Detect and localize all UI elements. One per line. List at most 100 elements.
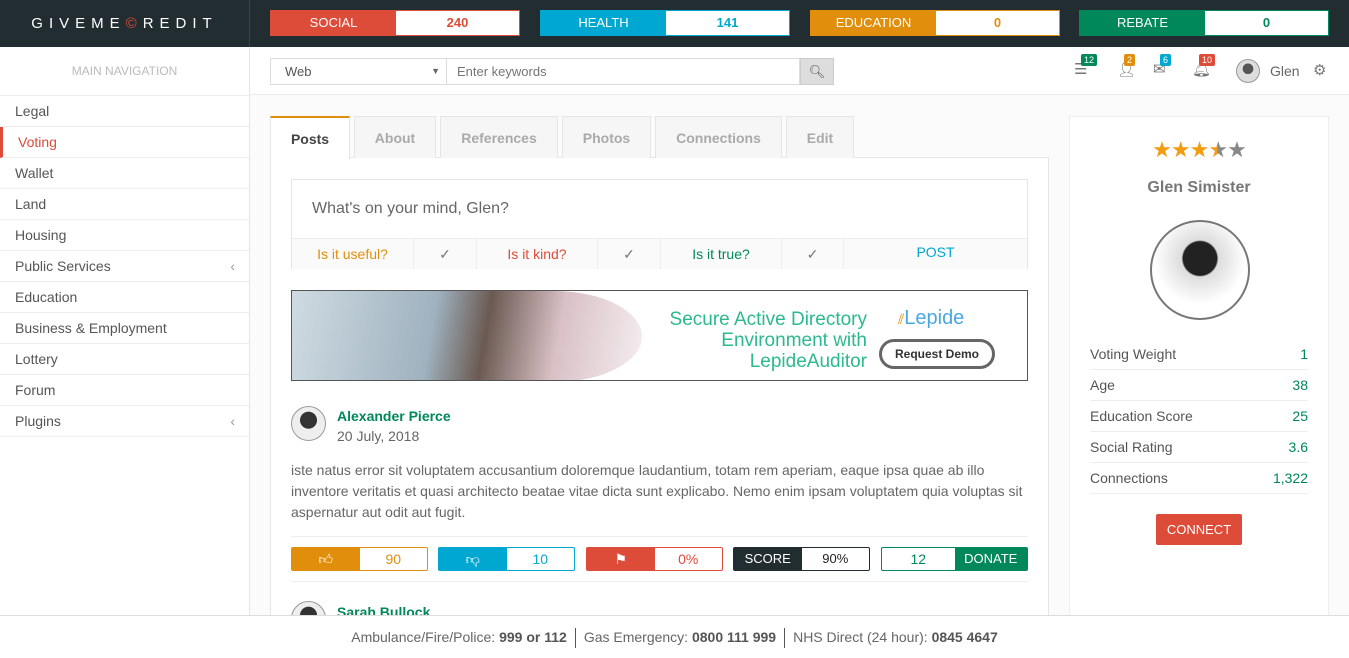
request-demo-button[interactable]: Request Demo <box>879 339 995 369</box>
post-author[interactable]: Alexander Pierce <box>337 408 451 424</box>
sidebar-item-education[interactable]: Education <box>0 282 249 313</box>
footer-number[interactable]: 999 or 112 <box>499 629 567 645</box>
true-check-icon[interactable]: ✓ <box>782 239 844 269</box>
sidebar-item-forum[interactable]: Forum <box>0 375 249 406</box>
profile-stat-row: Voting Weight 1 <box>1090 339 1308 370</box>
sidebar-item-label: Public Services <box>15 258 111 274</box>
footer-number[interactable]: 0845 4647 <box>932 629 998 645</box>
badge: 10 <box>1199 54 1216 66</box>
stat-social[interactable]: SOCIAL 240 <box>270 10 520 36</box>
search-button[interactable]: 🔍︎ <box>800 58 834 85</box>
sidebar-item-housing[interactable]: Housing <box>0 220 249 251</box>
thumbs-up-icon: 👍︎ <box>292 548 360 570</box>
sidebar-item-land[interactable]: Land <box>0 189 249 220</box>
kind-check-icon[interactable]: ✓ <box>598 239 661 269</box>
flag-percent: 0% <box>678 551 699 567</box>
search-input[interactable] <box>447 58 800 85</box>
profile-stat-row: Social Rating 3.6 <box>1090 432 1308 463</box>
stat-rebate[interactable]: REBATE 0 <box>1079 10 1329 36</box>
stat-label: Connections <box>1090 470 1168 486</box>
stat-value: 0 <box>936 11 1059 35</box>
sidebar-header: MAIN NAVIGATION <box>0 47 249 96</box>
stat-value: 25 <box>1292 408 1308 424</box>
stat-label: HEALTH <box>541 11 666 35</box>
sidebar-item-label: Land <box>15 196 47 212</box>
gears-icon[interactable]: ⚙ <box>1313 61 1326 79</box>
post-button[interactable]: POST <box>844 239 1027 269</box>
tab-connections[interactable]: Connections <box>655 116 782 158</box>
kind-check-label: Is it kind? <box>477 239 598 269</box>
connect-button[interactable]: CONNECT <box>1156 514 1242 545</box>
stat-label: SOCIAL <box>271 11 396 35</box>
composer-input[interactable]: What's on your mind, Glen? <box>312 200 509 218</box>
ad-line: LepideAuditor <box>749 351 867 372</box>
sidebar-item-wallet[interactable]: Wallet <box>0 158 249 189</box>
stat-label: Voting Weight <box>1090 346 1177 362</box>
logo-text: REDIT <box>142 15 218 32</box>
logo[interactable]: GIVEME©REDIT <box>0 0 250 47</box>
profile-avatar <box>1150 220 1250 320</box>
sidebar-item-plugins[interactable]: Plugins ‹ <box>0 406 249 437</box>
star-icon: ★ <box>1170 137 1191 162</box>
ad-logo: ⫽Lepide <box>898 307 965 329</box>
useful-check-label: Is it useful? <box>292 239 414 269</box>
logo-mark: © <box>125 15 143 32</box>
author-avatar[interactable] <box>291 406 326 441</box>
ad-image <box>292 291 642 380</box>
stat-label: Age <box>1090 377 1115 393</box>
true-check-label: Is it true? <box>661 239 782 269</box>
logo-text: GIVEME <box>31 15 126 32</box>
chevron-left-icon: ‹ <box>230 413 235 429</box>
flag-button[interactable]: ⚑ 0% <box>586 547 723 571</box>
footer-number[interactable]: 0800 111 999 <box>692 629 776 645</box>
ad-banner[interactable]: Secure Active Directory Environment with L… <box>291 290 1028 381</box>
dislike-button[interactable]: 👎︎ 10 <box>438 547 575 571</box>
rating-stars: ★★★★★ <box>1070 137 1328 163</box>
profile-card: ★★★★★ Glen Simister Voting Weight 1 Age 38 E… <box>1069 116 1329 616</box>
stat-value: 1 <box>1300 346 1308 362</box>
like-button[interactable]: 👍︎ 90 <box>291 547 428 571</box>
sidebar-item-label: Housing <box>15 227 67 243</box>
user-avatar[interactable] <box>1236 59 1260 83</box>
stat-label: Education Score <box>1090 408 1193 424</box>
sidebar-item-label: Lottery <box>15 351 58 367</box>
requests-button[interactable]: 👤︎ 2 <box>1117 54 1136 78</box>
donate-button[interactable]: 12 DONATE <box>881 547 1028 571</box>
sidebar-item-public-services[interactable]: Public Services ‹ <box>0 251 249 282</box>
sidebar-item-label: Plugins <box>15 413 61 429</box>
ad-headline: Secure Active Directory Environment with L… <box>632 309 867 372</box>
sidebar-item-label: Legal <box>15 103 50 119</box>
chevron-left-icon: ‹ <box>230 258 235 274</box>
tab-edit[interactable]: Edit <box>786 116 854 158</box>
stat-education[interactable]: EDUCATION 0 <box>810 10 1060 36</box>
sidebar-item-business-employment[interactable]: Business & Employment <box>0 313 249 344</box>
tab-about[interactable]: About <box>354 116 436 158</box>
notifications-button[interactable]: 🔔︎ 10 <box>1192 54 1216 78</box>
star-icon: ★ <box>1208 137 1228 162</box>
divider <box>291 581 1028 582</box>
post-text: iste natus error sit voluptatem accusant… <box>291 462 1023 520</box>
useful-check-icon[interactable]: ✓ <box>414 239 477 269</box>
stat-health[interactable]: HEALTH 141 <box>540 10 790 36</box>
badge: 2 <box>1124 54 1136 66</box>
sidebar-item-label: Wallet <box>15 165 54 181</box>
sidebar-item-voting[interactable]: Voting <box>0 127 249 158</box>
sidebar-item-legal[interactable]: Legal <box>0 96 249 127</box>
score-value: 90% <box>822 551 849 566</box>
tab-photos[interactable]: Photos <box>562 116 651 158</box>
user-name[interactable]: Glen <box>1270 63 1300 79</box>
tab-references[interactable]: References <box>440 116 558 158</box>
thumbs-down-icon: 👎︎ <box>439 548 507 570</box>
messages-button[interactable]: ✉ 6 <box>1153 54 1172 78</box>
ad-brand: Lepide <box>904 307 965 329</box>
stat-value: 240 <box>396 11 519 35</box>
stat-value: 1,322 <box>1272 470 1308 486</box>
star-icon: ★ <box>1152 137 1172 162</box>
sidebar-item-lottery[interactable]: Lottery <box>0 344 249 375</box>
ad-line: Environment with <box>721 330 867 351</box>
tasks-button[interactable]: ☰ 12 <box>1074 54 1098 78</box>
badge: 6 <box>1160 54 1172 66</box>
tab-posts[interactable]: Posts <box>270 116 350 159</box>
profile-stat-row: Connections 1,322 <box>1090 463 1308 494</box>
search-scope-select[interactable]: Web ▼ <box>270 58 447 85</box>
